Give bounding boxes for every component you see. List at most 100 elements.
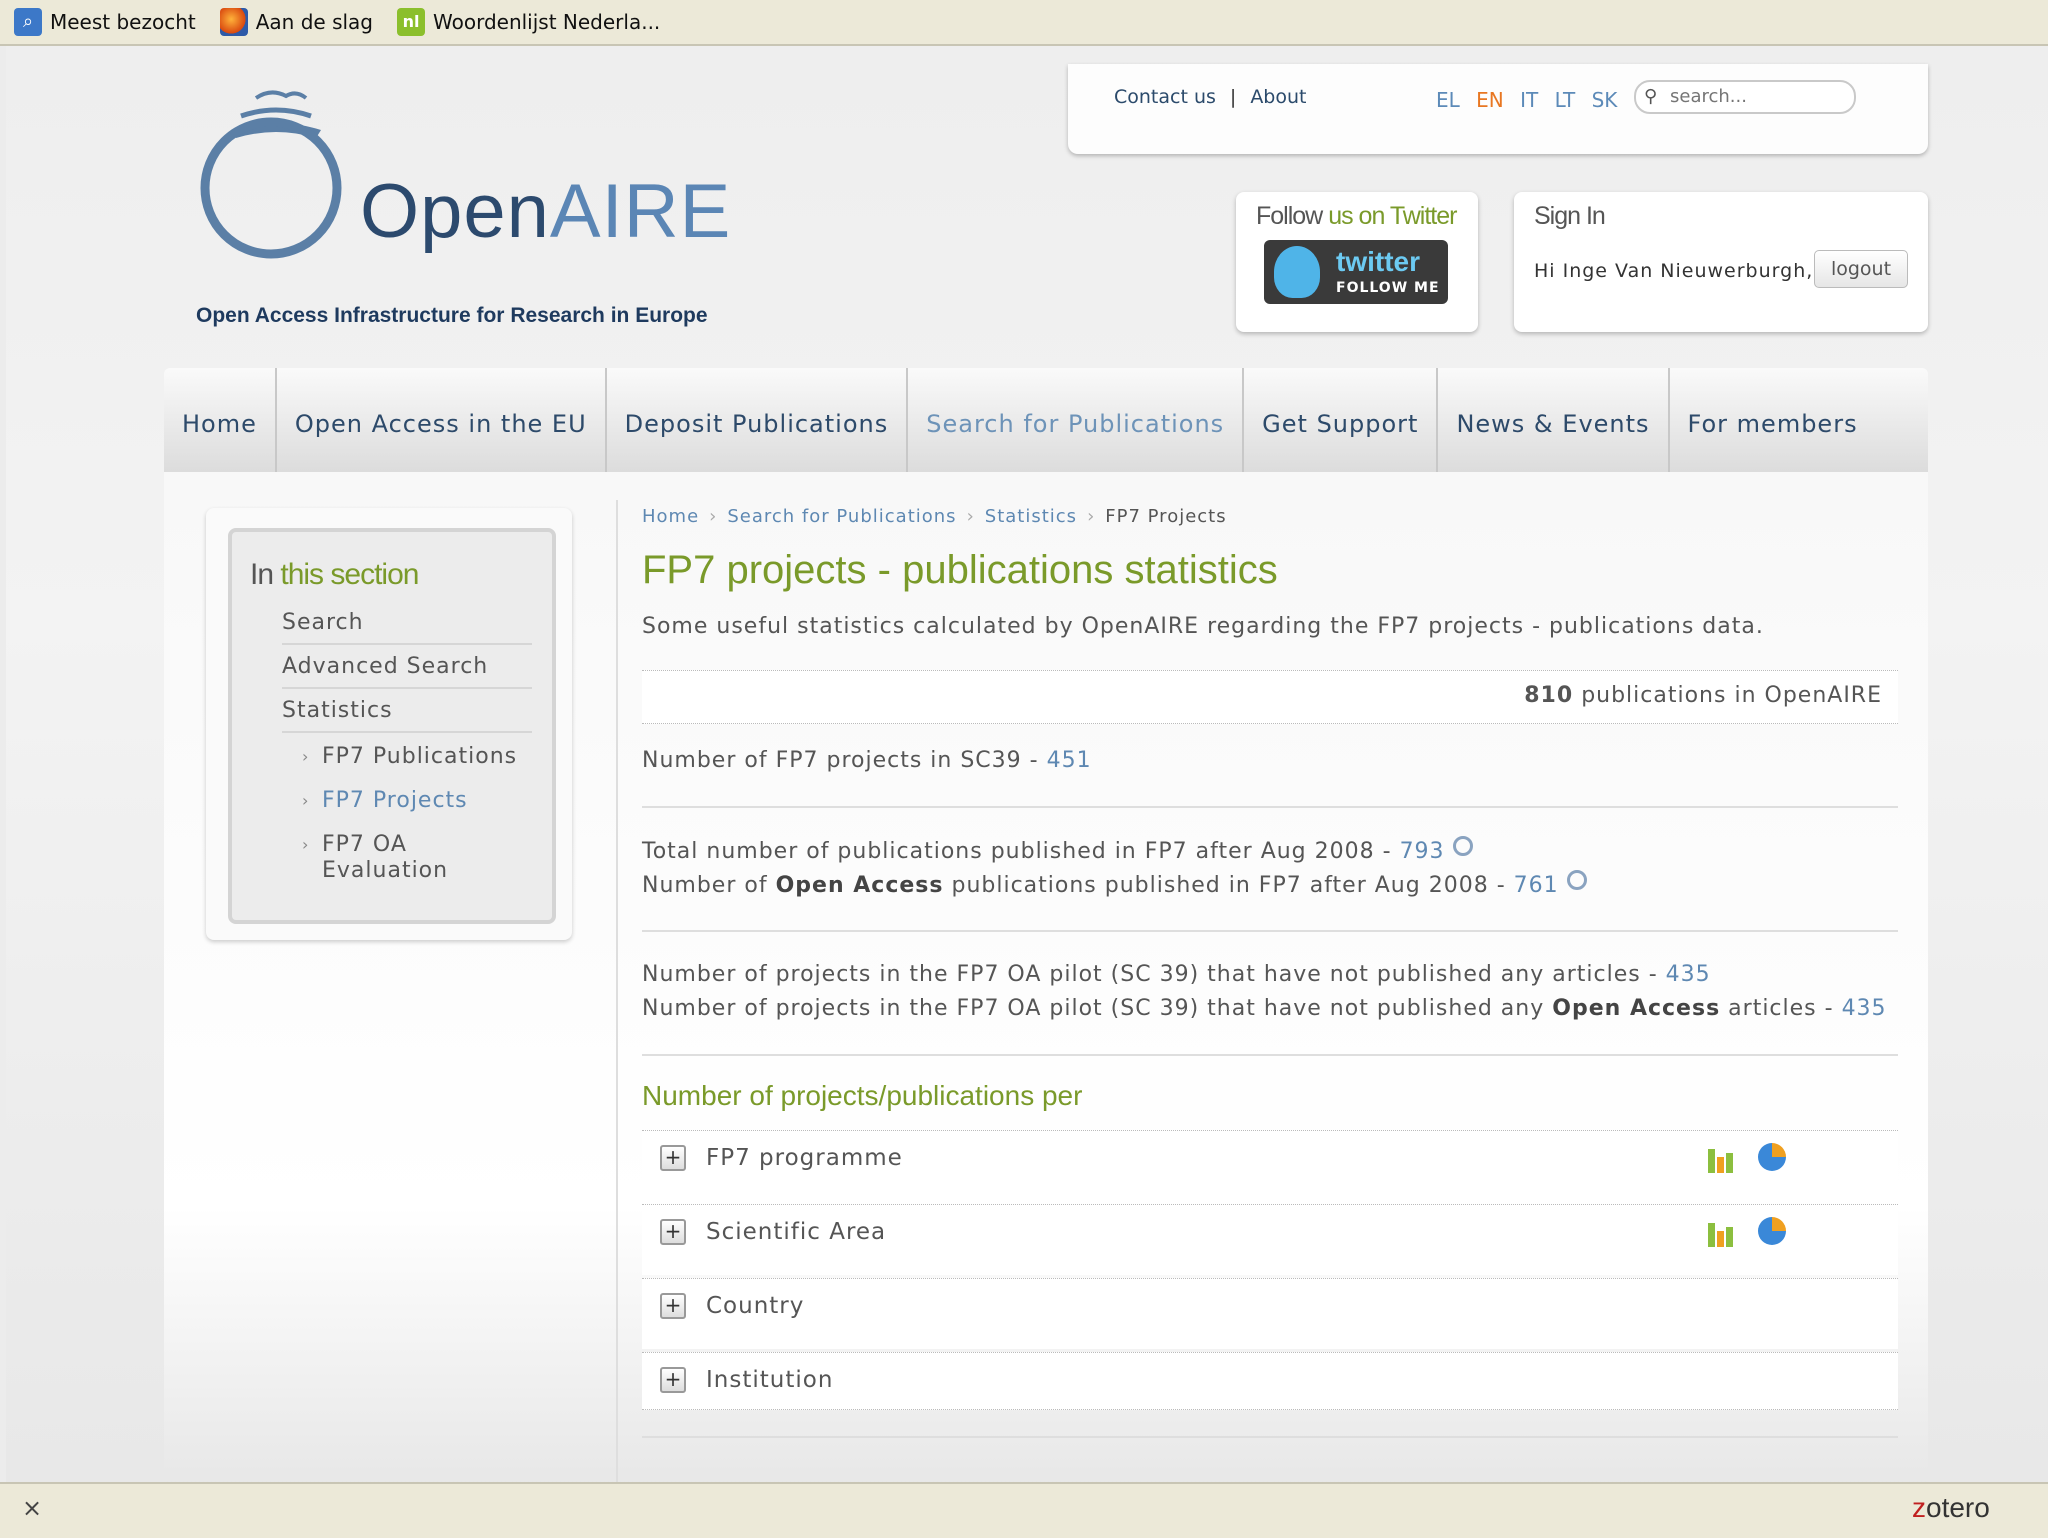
expand-icon[interactable]: + xyxy=(660,1367,686,1393)
sidebar-subitem-fp7-projects[interactable]: › FP7 Projects xyxy=(302,788,522,814)
bar-chart-icon[interactable] xyxy=(1708,1219,1736,1247)
user-greeting: Hi Inge Van Nieuwerburgh, xyxy=(1534,260,1814,282)
lang-lt[interactable]: LT xyxy=(1555,88,1576,112)
magnifier-icon[interactable] xyxy=(1566,870,1587,890)
stat-label-post: publications published in FP7 after Aug … xyxy=(943,873,1514,898)
nav-for-members[interactable]: For members xyxy=(1670,368,1876,472)
zotero-label: otero xyxy=(1926,1492,1990,1523)
bookmarks-toolbar: ⌕ Meest bezocht Aan de slag nl Woordenli… xyxy=(0,0,2048,46)
stat-value-link[interactable]: 793 xyxy=(1400,839,1445,864)
breadcrumb-home[interactable]: Home xyxy=(642,506,699,527)
nav-get-support[interactable]: Get Support xyxy=(1244,368,1439,472)
bookmark-most-visited[interactable]: ⌕ Meest bezocht xyxy=(14,8,196,36)
lang-el[interactable]: EL xyxy=(1436,88,1460,112)
breadcrumb: Home › Search for Publications › Statistics ›… xyxy=(642,506,1227,527)
stat-no-articles: Number of projects in the FP7 OA pilot (… xyxy=(642,962,1711,987)
lang-en[interactable]: EN xyxy=(1476,88,1504,112)
expand-icon[interactable]: + xyxy=(660,1145,686,1171)
sidebar-subitem-fp7-oa-evaluation[interactable]: › FP7 OA Evaluation xyxy=(302,832,522,884)
search-icon: ⚲ xyxy=(1644,86,1658,107)
twitter-follow-label: FOLLOW ME xyxy=(1336,280,1440,296)
chevron-right-icon: › xyxy=(302,747,310,766)
most-visited-icon: ⌕ xyxy=(14,8,42,36)
lang-it[interactable]: IT xyxy=(1520,88,1538,112)
logo-open: Open xyxy=(360,169,550,254)
bookmark-wordlist[interactable]: nl Woordenlijst Nederla... xyxy=(397,8,660,36)
stat-value-link[interactable]: 435 xyxy=(1842,996,1887,1021)
zotero-z: z xyxy=(1912,1492,1926,1523)
pie-chart-icon[interactable] xyxy=(1758,1143,1786,1171)
bookmark-label: Woordenlijst Nederla... xyxy=(433,10,661,34)
twitter-bird-icon xyxy=(1274,246,1320,298)
utility-separator: | xyxy=(1229,86,1237,108)
close-icon[interactable]: × xyxy=(22,1494,42,1522)
stat-label-bold: Open Access xyxy=(1552,996,1721,1021)
nav-search-publications[interactable]: Search for Publications xyxy=(908,368,1245,472)
about-link[interactable]: About xyxy=(1250,86,1306,108)
search-box: ⚲ xyxy=(1634,80,1856,114)
sidebar-subitem-fp7-publications[interactable]: › FP7 Publications xyxy=(302,744,522,770)
per-row-scientific-area[interactable]: + Scientific Area xyxy=(642,1204,1898,1275)
wordlist-icon: nl xyxy=(397,8,425,36)
sidebar-item-search[interactable]: Search xyxy=(282,610,532,645)
logo-tagline: Open Access Infrastructure for Research … xyxy=(196,304,708,327)
stat-value-link[interactable]: 435 xyxy=(1666,962,1711,987)
breadcrumb-sep: › xyxy=(1087,506,1096,527)
sidebar-item-advanced-search[interactable]: Advanced Search xyxy=(282,654,532,689)
nav-open-access-eu[interactable]: Open Access in the EU xyxy=(277,368,607,472)
language-switcher: EL EN IT LT SK xyxy=(1436,88,1627,112)
signin-box: Sign In Hi Inge Van Nieuwerburgh, logout xyxy=(1514,192,1928,332)
stat-projects: Number of FP7 projects in SC39 - 451 xyxy=(642,748,1092,773)
page-title: FP7 projects - publications statistics xyxy=(642,548,1278,592)
logout-button[interactable]: logout xyxy=(1814,250,1908,288)
divider xyxy=(642,1436,1898,1438)
sidebar-subitem-label: FP7 Publications xyxy=(322,744,518,769)
utility-links: Contact us | About xyxy=(1114,86,1307,108)
pie-chart-icon[interactable] xyxy=(1758,1217,1786,1245)
stat-label: Number of projects in the FP7 OA pilot (… xyxy=(642,962,1666,987)
section-sidebar-inner: In this section Search Advanced Search S… xyxy=(228,528,556,924)
breadcrumb-current: FP7 Projects xyxy=(1105,506,1227,527)
twitter-follow-button[interactable]: twitter FOLLOW ME xyxy=(1264,240,1448,304)
nav-news-events[interactable]: News & Events xyxy=(1438,368,1670,472)
bar-chart-icon[interactable] xyxy=(1708,1145,1736,1173)
per-row-fp7-programme[interactable]: + FP7 programme xyxy=(642,1130,1898,1201)
logo-aire: AIRE xyxy=(549,169,732,254)
sidebar-item-statistics[interactable]: Statistics xyxy=(282,698,532,733)
firefox-icon xyxy=(219,8,248,36)
stat-no-oa-articles: Number of projects in the FP7 OA pilot (… xyxy=(642,996,1887,1021)
stat-label: Total number of publications published i… xyxy=(642,839,1400,864)
stat-value-link[interactable]: 451 xyxy=(1047,748,1092,773)
per-row-country[interactable]: + Country xyxy=(642,1278,1898,1349)
breadcrumb-search[interactable]: Search for Publications xyxy=(727,506,956,527)
page-intro: Some useful statistics calculated by Ope… xyxy=(642,614,1764,639)
lang-sk[interactable]: SK xyxy=(1592,88,1618,112)
chevron-right-icon: › xyxy=(302,835,310,854)
per-row-institution[interactable]: + Institution xyxy=(642,1352,1898,1410)
nav-home[interactable]: Home xyxy=(164,368,277,472)
expand-icon[interactable]: + xyxy=(660,1293,686,1319)
sidebar-title: In this section xyxy=(250,558,419,592)
sidebar-title-highlight: this section xyxy=(280,558,419,591)
openaire-logo[interactable]: OpenAIRE Open Access Infrastructure for … xyxy=(196,68,736,338)
stat-value-link[interactable]: 761 xyxy=(1514,873,1559,898)
magnifier-icon[interactable] xyxy=(1452,836,1473,856)
expand-icon[interactable]: + xyxy=(660,1219,686,1245)
divider xyxy=(642,1054,1898,1056)
search-input[interactable] xyxy=(1668,85,1842,108)
sidebar-subitem-label: FP7 OA Evaluation xyxy=(322,832,449,883)
divider xyxy=(642,930,1898,932)
twitter-box: Follow us on Twitter twitter FOLLOW ME xyxy=(1236,192,1478,332)
twitter-box-title: Follow us on Twitter xyxy=(1256,202,1457,231)
nav-deposit-publications[interactable]: Deposit Publications xyxy=(607,368,909,472)
zotero-button[interactable]: zotero xyxy=(1912,1492,1990,1524)
bookmark-getting-started[interactable]: Aan de slag xyxy=(219,8,373,36)
section-sidebar: In this section Search Advanced Search S… xyxy=(206,508,572,940)
contact-link[interactable]: Contact us xyxy=(1114,86,1216,108)
sidebar-subitem-label: FP7 Projects xyxy=(322,788,468,813)
per-section-title: Number of projects/publications per xyxy=(642,1080,1083,1111)
bookmark-label: Meest bezocht xyxy=(50,10,196,34)
twitter-title-highlight: us on Twitter xyxy=(1328,202,1457,230)
breadcrumb-statistics[interactable]: Statistics xyxy=(985,506,1077,527)
total-publications-text: 810 publications in OpenAIRE xyxy=(1524,683,1882,708)
